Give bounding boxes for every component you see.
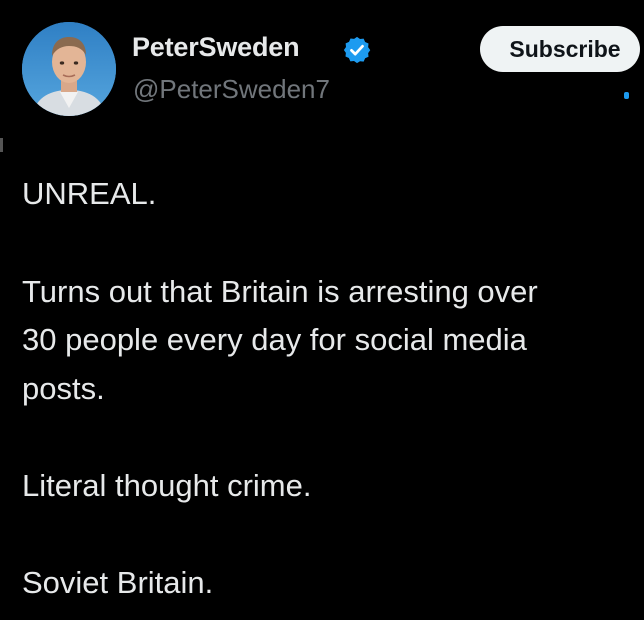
display-name[interactable]: PeterSweden <box>132 32 300 63</box>
verified-badge-icon <box>343 36 371 64</box>
edge-mark <box>0 138 3 152</box>
tweet-line: posts. <box>22 371 105 406</box>
tweet-line: 30 people every day for social media <box>22 322 527 357</box>
indicator-dot <box>624 92 629 99</box>
tweet-line: Turns out that Britain is arresting over <box>22 274 538 309</box>
tweet-line: Soviet Britain. <box>22 565 214 600</box>
profile-photo <box>22 22 116 116</box>
tweet-line: Literal thought crime. <box>22 468 312 503</box>
subscribe-button[interactable]: Subscribe <box>480 26 640 72</box>
tweet-line: UNREAL. <box>22 176 157 211</box>
avatar[interactable] <box>22 22 116 116</box>
author-handle[interactable]: @PeterSweden7 <box>133 74 330 105</box>
